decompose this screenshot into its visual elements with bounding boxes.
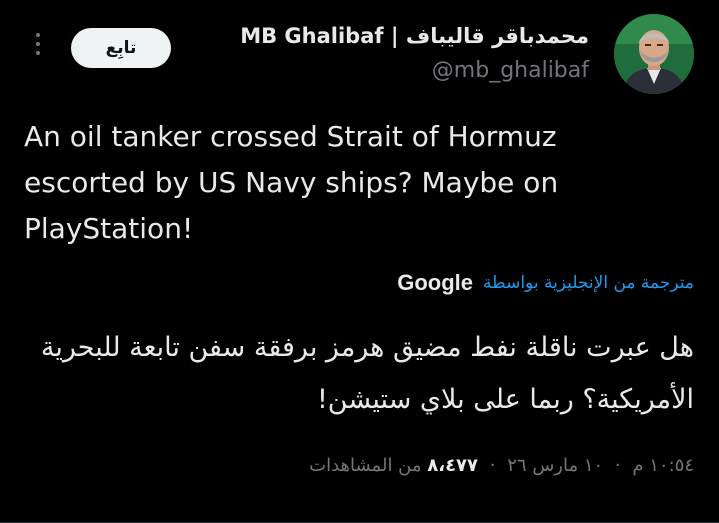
translated-text: هل عبرت ناقلة نفط مضيق هرمز برفقة سفن تا…	[40, 332, 694, 415]
tweet-date[interactable]: ١٠ مارس ٢٦	[507, 455, 603, 476]
meta-separator: ·	[614, 455, 621, 476]
user-handle[interactable]: @mb_ghalibaf	[432, 58, 589, 83]
google-logo: Google	[397, 270, 474, 295]
follow-button[interactable]: تابِع	[71, 28, 171, 68]
avatar[interactable]	[614, 14, 694, 94]
tweet-time[interactable]: ١٠:٥٤ م	[632, 455, 694, 476]
profile-photo-icon	[614, 14, 694, 94]
translated-from-link[interactable]: مترجمة من الإنجليزية بواسطة	[483, 273, 694, 293]
translation-attribution: مترجمة من الإنجليزية بواسطة Google	[397, 270, 694, 296]
display-name[interactable]: MB Ghalibaf | محمدباقر قالیباف	[240, 24, 589, 48]
tweet-text: An oil tanker crossed Strait of Hormuz e…	[24, 120, 559, 245]
tweet-card: MB Ghalibaf | محمدباقر قالیباف @mb_ghali…	[0, 0, 719, 523]
meta-separator-2: ·	[489, 455, 496, 476]
views-count[interactable]: ٨،٤٧٧	[427, 455, 478, 476]
ellipsis-vertical-icon[interactable]	[30, 33, 46, 63]
views-label: من المشاهدات	[309, 455, 422, 476]
tweet-meta: ١٠:٥٤ م · ١٠ مارس ٢٦ · ٨،٤٧٧ من المشاهدا…	[309, 455, 694, 476]
